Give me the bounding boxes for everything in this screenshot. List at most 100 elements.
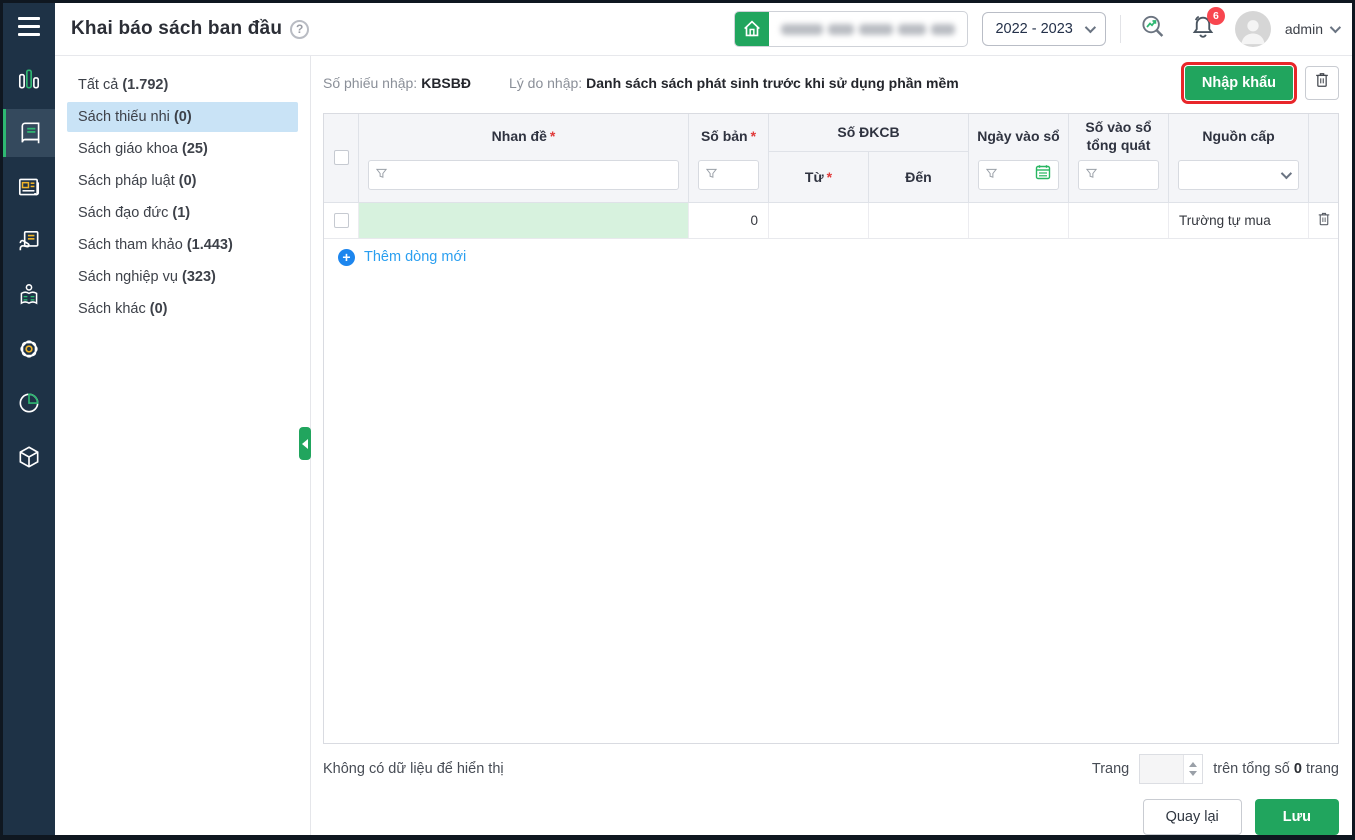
menu-item-all[interactable]: Tất cả (1.792) <box>67 70 298 100</box>
sidebar-item-books[interactable] <box>3 109 55 157</box>
spinner-down-icon[interactable] <box>1189 771 1198 777</box>
sidebar-item-lending[interactable] <box>3 217 55 265</box>
search-chart-icon <box>1138 12 1168 47</box>
action-buttons-row: Quay lại Lưu <box>323 794 1339 835</box>
row-copies-cell[interactable]: 0 <box>689 202 769 238</box>
hamburger-menu-icon[interactable] <box>3 3 55 49</box>
column-title: Nhan đề * <box>359 113 689 202</box>
triangle-left-icon <box>302 438 308 449</box>
empty-data-text: Không có dữ liệu để hiển thị <box>323 761 504 778</box>
books-table: Nhan đề * Số bản * Số ĐKCB Từ * Đến Ngày… <box>323 112 1339 745</box>
source-filter-select[interactable] <box>1178 159 1299 190</box>
gear-icon <box>16 336 42 362</box>
entry-date-filter-input[interactable] <box>978 159 1059 190</box>
cube-icon <box>16 444 42 470</box>
school-year-value: 2022 - 2023 <box>995 21 1073 37</box>
row-to-cell[interactable] <box>869 202 969 238</box>
trash-icon <box>1312 70 1332 95</box>
user-name-label: admin <box>1284 21 1323 37</box>
sidebar-item-settings[interactable] <box>3 325 55 373</box>
spinner-up-icon[interactable] <box>1189 762 1198 768</box>
receipt-info-row: Số phiếu nhập: KBSBĐ Lý do nhập: Danh sách… <box>323 56 1339 106</box>
pagination: Trang trên tổng số 0 trang <box>1091 754 1339 785</box>
page-number-spinner[interactable] <box>1139 754 1204 785</box>
sidebar-item-dashboard[interactable] <box>3 55 55 103</box>
row-checkbox-cell <box>324 202 359 238</box>
filter-funnel-icon <box>705 166 718 184</box>
header-checkbox-cell <box>324 113 359 202</box>
school-year-dropdown[interactable]: 2022 - 2023 <box>982 12 1106 46</box>
menu-item-sach-phap-luat[interactable]: Sách pháp luật (0) <box>67 166 298 196</box>
row-from-cell[interactable] <box>769 202 869 238</box>
menu-item-sach-khac[interactable]: Sách khác (0) <box>67 294 298 324</box>
page-label: Trang <box>1091 761 1130 778</box>
title-filter-input[interactable] <box>368 159 679 190</box>
save-button[interactable]: Lưu <box>1254 799 1339 835</box>
filter-funnel-icon <box>375 166 388 184</box>
sidebar-item-readers[interactable] <box>3 271 55 319</box>
chevron-down-icon <box>1280 167 1293 180</box>
main-content: Số phiếu nhập: KBSBĐ Lý do nhập: Danh sách… <box>311 56 1352 835</box>
category-menu-panel: Tất cả (1.792) Sách thiếu nhi (0) Sách g… <box>55 56 311 835</box>
general-number-filter-input[interactable] <box>1078 159 1159 190</box>
sidebar-item-inventory[interactable] <box>3 433 55 481</box>
app-window: Khai báo sách ban đầu ? 2022 - 2023 6 ad… <box>0 0 1355 840</box>
column-entry-date: Ngày vào sổ <box>969 113 1069 202</box>
icon-rail <box>3 3 55 835</box>
search-statistics-button[interactable] <box>1135 11 1171 47</box>
avatar[interactable] <box>1234 11 1271 47</box>
top-header: Khai báo sách ban đầu ? 2022 - 2023 6 ad… <box>55 3 1352 56</box>
copies-filter-input[interactable] <box>698 159 759 190</box>
column-source: Nguồn cấp <box>1169 113 1309 202</box>
collapse-menu-handle[interactable] <box>299 427 311 460</box>
filter-funnel-icon <box>1085 166 1098 184</box>
import-button[interactable]: Nhập khẩu <box>1180 61 1298 104</box>
row-title-cell[interactable] <box>359 202 689 238</box>
menu-item-sach-tham-khao[interactable]: Sách tham khảo (1.443) <box>67 230 298 260</box>
chevron-down-icon <box>1329 21 1342 34</box>
select-all-checkbox[interactable] <box>333 150 349 166</box>
total-pages-count: 0 <box>1293 761 1302 778</box>
add-row-button[interactable]: + Thêm dòng mới <box>324 239 1338 276</box>
menu-item-sach-dao-duc[interactable]: Sách đạo đức (1) <box>67 198 298 228</box>
row-general-number-cell[interactable] <box>1069 202 1169 238</box>
school-selector[interactable] <box>734 11 969 47</box>
pie-chart-icon <box>16 390 42 416</box>
sidebar-item-statistics[interactable] <box>3 379 55 427</box>
bar-chart-icon <box>16 66 42 92</box>
calendar-icon[interactable] <box>1035 164 1051 185</box>
column-from: Từ * <box>769 151 869 202</box>
user-menu[interactable]: admin <box>1284 21 1342 37</box>
back-button[interactable]: Quay lại <box>1142 799 1242 835</box>
import-reason: Lý do nhập: Danh sách sách phát sinh trướ… <box>508 74 959 91</box>
notification-badge: 6 <box>1206 7 1225 25</box>
menu-item-sach-giao-khoa[interactable]: Sách giáo khoa (25) <box>67 134 298 164</box>
row-source-cell[interactable]: Trường tự mua <box>1169 202 1309 238</box>
total-pages-text: trên tổng số 0 trang <box>1213 761 1339 778</box>
sidebar-item-periodicals[interactable] <box>3 163 55 211</box>
page-title: Khai báo sách ban đầu <box>71 18 283 39</box>
row-actions-cell <box>1309 203 1338 238</box>
newspaper-icon <box>16 174 42 200</box>
spinner-arrows[interactable] <box>1183 755 1203 784</box>
delete-selected-button[interactable] <box>1305 65 1339 100</box>
book-icon <box>18 120 44 146</box>
menu-item-sach-thieu-nhi[interactable]: Sách thiếu nhi (0) <box>67 102 298 132</box>
help-icon[interactable]: ? <box>290 19 310 39</box>
column-copies: Số bản * <box>689 113 769 202</box>
add-row-label: Thêm dòng mới <box>364 249 467 266</box>
reader-icon <box>16 282 42 308</box>
column-general-number: Số vào sổ tổng quát <box>1069 113 1169 202</box>
menu-item-sach-nghiep-vu[interactable]: Sách nghiệp vụ (323) <box>67 262 298 292</box>
table-header: Nhan đề * Số bản * Số ĐKCB Từ * Đến Ngày… <box>324 113 1338 203</box>
row-checkbox[interactable] <box>333 212 349 228</box>
plus-icon: + <box>338 248 355 266</box>
row-entry-date-cell[interactable] <box>969 202 1069 238</box>
page-number-input[interactable] <box>1140 755 1183 783</box>
chevron-down-icon <box>1084 21 1096 34</box>
table-footer: Không có dữ liệu để hiển thị Trang trên … <box>323 744 1339 794</box>
row-delete-button[interactable] <box>1315 210 1333 231</box>
school-name-redacted <box>769 12 967 46</box>
notifications-button[interactable]: 6 <box>1185 7 1225 47</box>
filter-funnel-icon <box>985 166 998 184</box>
